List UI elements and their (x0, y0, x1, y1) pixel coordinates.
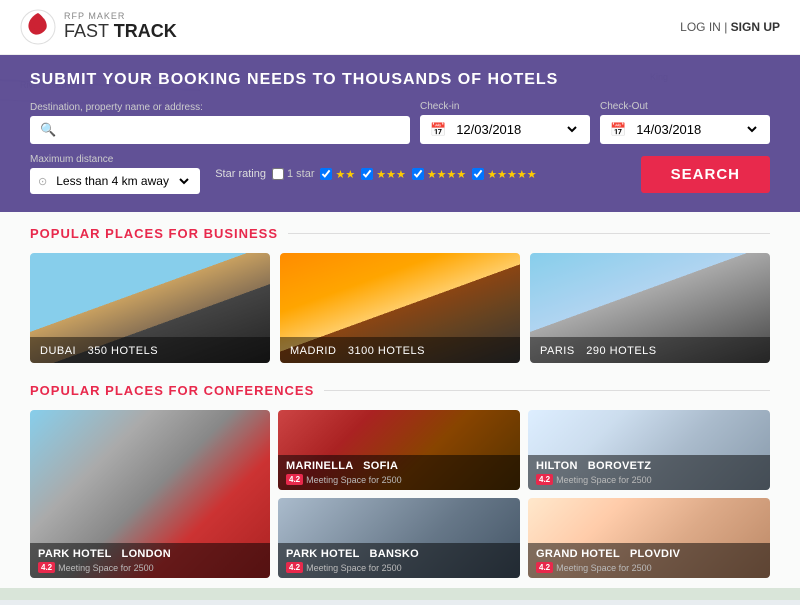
max-distance-field: Maximum distance ⊙ Less than 4 km away L… (30, 154, 200, 194)
checkout-field: Check-Out 📅 14/03/2018 (600, 101, 770, 144)
park-hotel-london-meta: 4.2 Meeting Space for 2500 (38, 562, 262, 573)
star-rating-label: Star rating (215, 168, 266, 180)
dubai-city: DUBAI (40, 345, 76, 357)
business-section-title: POPULAR PLACES FOR BUSINESS (30, 226, 770, 241)
park-bansko-badge: 4.2 (286, 562, 303, 573)
star-rating-row: Star rating 1 star ★★ ★★★ ★★★★ (215, 168, 625, 181)
login-link[interactable]: LOG IN (680, 20, 721, 34)
hilton-meta: 4.2 Meeting Space for 2500 (536, 474, 762, 485)
star-2-item[interactable]: ★★ (320, 168, 355, 181)
dubai-label: DUBAI 350 HOTELS (30, 337, 270, 363)
madrid-hotels: 3100 HOTELS (348, 345, 425, 357)
paris-label: PARIS 290 HOTELS (530, 337, 770, 363)
park-bansko-name: PARK HOTEL BANSKO (286, 548, 512, 560)
brand-name: FAST TRACK (64, 22, 177, 42)
grand-plovdiv-meta: 4.2 Meeting Space for 2500 (536, 562, 762, 573)
star-3-checkbox[interactable] (361, 168, 373, 180)
star-5-item[interactable]: ★★★★★ (472, 168, 536, 181)
madrid-city: MADRID (290, 345, 336, 357)
destination-label: Destination, property name or address: (30, 102, 410, 113)
checkout-label: Check-Out (600, 101, 770, 112)
hilton-name: HILTON BOROVETZ (536, 460, 762, 472)
search-panel: SUBMIT YOUR BOOKING NEEDS TO THOUSANDS O… (0, 55, 800, 212)
marinella-badge: 4.2 (286, 474, 303, 485)
search-button[interactable]: SEARCH (641, 156, 770, 193)
distance-select[interactable]: Less than 4 km away Less than 2 km away … (52, 173, 192, 189)
conference-grid: PARK HOTEL LONDON 4.2 Meeting Space for … (30, 410, 770, 578)
distance-icon: ⊙ (38, 175, 47, 188)
header: RFP MAKER FAST TRACK LOG IN | SIGN UP (0, 0, 800, 55)
logo-icon (20, 9, 56, 45)
paris-city: PARIS (540, 345, 575, 357)
park-hotel-bansko-label: PARK HOTEL BANSKO 4.2 Meeting Space for … (278, 543, 520, 578)
search-title: SUBMIT YOUR BOOKING NEEDS TO THOUSANDS O… (30, 71, 770, 89)
hilton-borovetz-label: HILTON BOROVETZ 4.2 Meeting Space for 25… (528, 455, 770, 490)
conference-section: POPULAR PLACES FOR CONFERENCES PARK HOTE… (0, 371, 800, 588)
header-nav: LOG IN | SIGN UP (680, 20, 780, 34)
checkout-calendar-icon: 📅 (610, 122, 626, 138)
checkin-select[interactable]: 12/03/2018 (452, 121, 580, 138)
destination-input[interactable] (62, 122, 400, 137)
logo-area: RFP MAKER FAST TRACK (20, 9, 177, 45)
grand-plovdiv-badge: 4.2 (536, 562, 553, 573)
checkin-field: Check-in 📅 12/03/2018 (420, 101, 590, 144)
business-section: POPULAR PLACES FOR BUSINESS DUBAI 350 HO… (0, 212, 800, 371)
destination-field: Destination, property name or address: 🔍 (30, 102, 410, 144)
hilton-borovetz-card[interactable]: HILTON BOROVETZ 4.2 Meeting Space for 25… (528, 410, 770, 490)
conference-section-title: POPULAR PLACES FOR CONFERENCES (30, 383, 770, 398)
park-hotel-london-card[interactable]: PARK HOTEL LONDON 4.2 Meeting Space for … (30, 410, 270, 578)
madrid-label: MADRID 3100 HOTELS (280, 337, 520, 363)
marinella-sofia-card[interactable]: MARINELLA SOFIA 4.2 Meeting Space for 25… (278, 410, 520, 490)
park-hotel-london-badge: 4.2 (38, 562, 55, 573)
search-icon: 🔍 (40, 122, 56, 138)
checkin-calendar-icon: 📅 (430, 122, 446, 138)
star-1-checkbox[interactable] (272, 168, 284, 180)
star-4-item[interactable]: ★★★★ (412, 168, 466, 181)
star-3-item[interactable]: ★★★ (361, 168, 406, 181)
marinella-sofia-label: MARINELLA SOFIA 4.2 Meeting Space for 25… (278, 455, 520, 490)
grand-hotel-plovdiv-label: GRAND HOTEL PLOVDIV 4.2 Meeting Space fo… (528, 543, 770, 578)
signup-link[interactable]: SIGN UP (731, 20, 780, 34)
madrid-card[interactable]: MADRID 3100 HOTELS (280, 253, 520, 363)
star-2-checkbox[interactable] (320, 168, 332, 180)
park-hotel-bansko-card[interactable]: PARK HOTEL BANSKO 4.2 Meeting Space for … (278, 498, 520, 578)
park-hotel-london-label: PARK HOTEL LONDON 4.2 Meeting Space for … (30, 543, 270, 578)
marinella-name: MARINELLA SOFIA (286, 460, 512, 472)
marinella-meta: 4.2 Meeting Space for 2500 (286, 474, 512, 485)
checkin-label: Check-in (420, 101, 590, 112)
hilton-badge: 4.2 (536, 474, 553, 485)
park-hotel-london-name: PARK HOTEL LONDON (38, 548, 262, 560)
star-1-item[interactable]: 1 star (272, 168, 315, 180)
max-dist-label: Maximum distance (30, 154, 200, 165)
business-cards: DUBAI 350 HOTELS MADRID 3100 HOTELS PARI… (30, 253, 770, 363)
grand-hotel-plovdiv-card[interactable]: GRAND HOTEL PLOVDIV 4.2 Meeting Space fo… (528, 498, 770, 578)
dubai-hotels: 350 HOTELS (88, 345, 158, 357)
paris-card[interactable]: PARIS 290 HOTELS (530, 253, 770, 363)
paris-hotels: 290 HOTELS (586, 345, 656, 357)
park-bansko-meta: 4.2 Meeting Space for 2500 (286, 562, 512, 573)
star-5-checkbox[interactable] (472, 168, 484, 180)
logo-text: RFP MAKER FAST TRACK (64, 12, 177, 42)
star-4-checkbox[interactable] (412, 168, 424, 180)
dubai-card[interactable]: DUBAI 350 HOTELS (30, 253, 270, 363)
checkout-select[interactable]: 14/03/2018 (632, 121, 760, 138)
grand-plovdiv-name: GRAND HOTEL PLOVDIV (536, 548, 762, 560)
